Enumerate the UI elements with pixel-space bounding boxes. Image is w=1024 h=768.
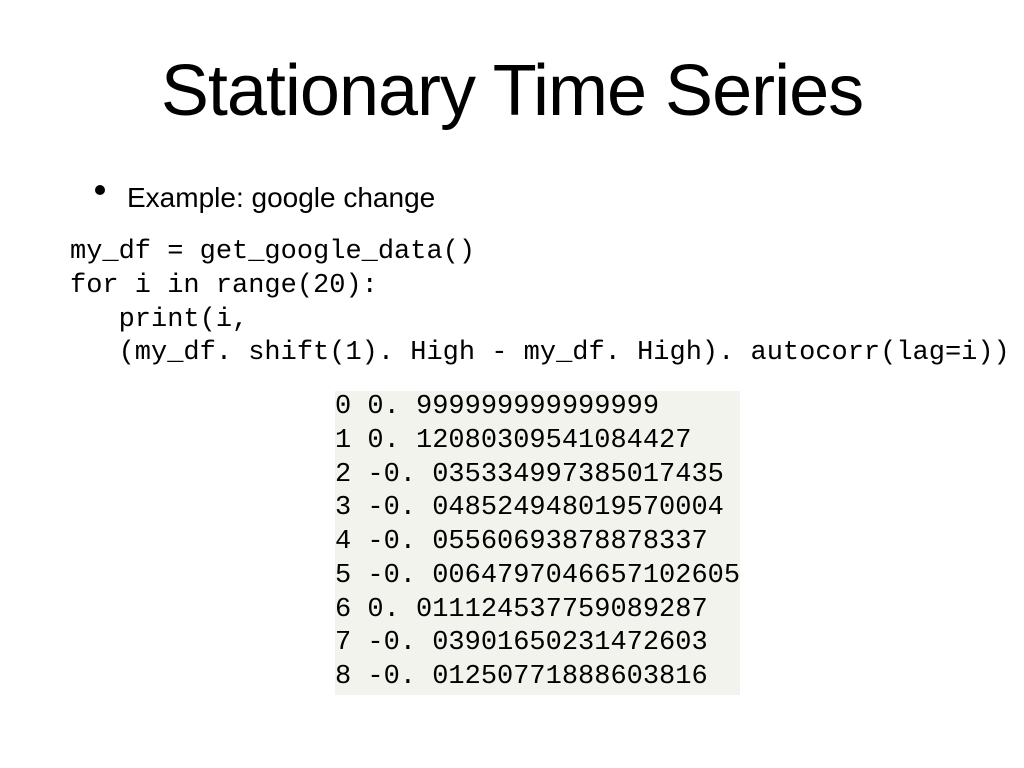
bullet-item: Example: google change (95, 182, 984, 214)
bullet-dot-icon (95, 185, 105, 195)
bullet-text: Example: google change (127, 182, 435, 214)
output-block: 0 0. 999999999999999 1 0. 12080309541084… (335, 391, 740, 695)
slide-title: Stationary Time Series (40, 50, 984, 132)
slide-container: Stationary Time Series Example: google c… (0, 0, 1024, 768)
code-block: my_df = get_google_data() for i in range… (70, 236, 984, 371)
